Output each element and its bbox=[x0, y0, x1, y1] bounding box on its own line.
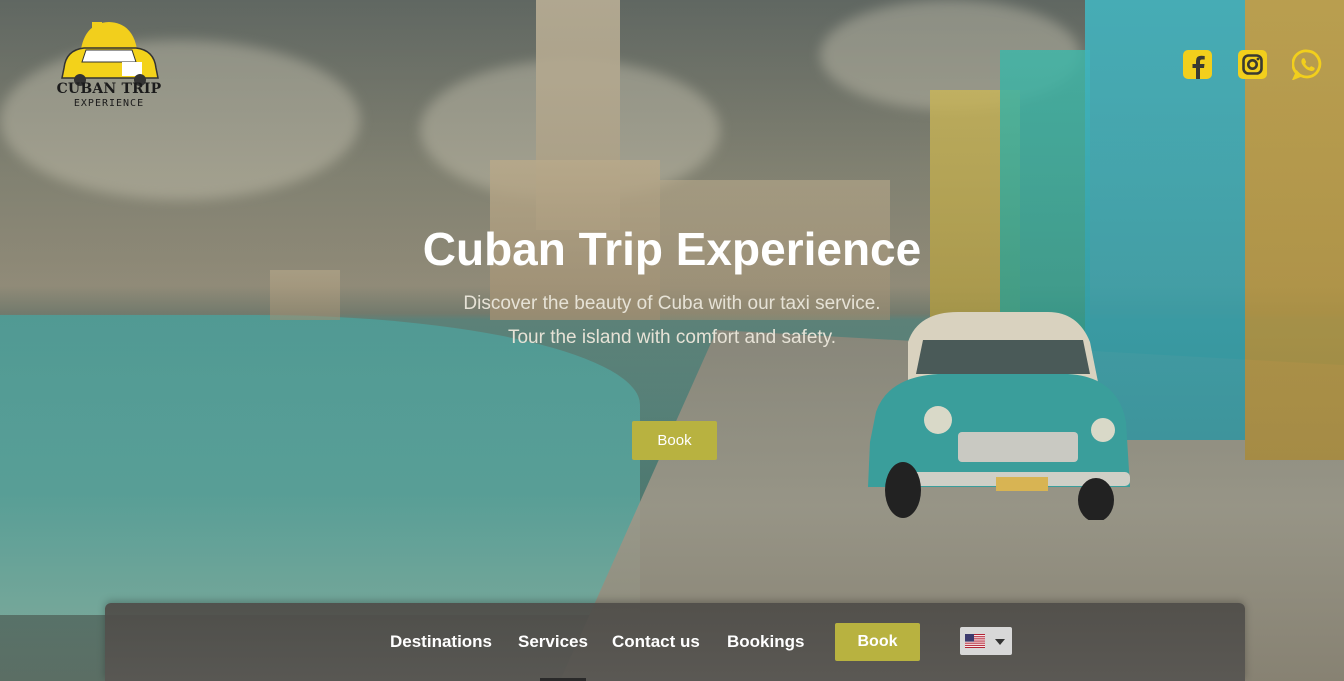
chevron-down-icon bbox=[995, 639, 1005, 645]
language-selector[interactable] bbox=[960, 627, 1012, 655]
nav-book-button[interactable]: Book bbox=[835, 623, 920, 661]
bottom-navbar: Destinations Services Contact us Booking… bbox=[105, 603, 1245, 681]
taxi-logo-icon bbox=[61, 22, 159, 86]
social-links bbox=[1182, 49, 1323, 81]
nav-services[interactable]: Services bbox=[518, 632, 588, 652]
nav-bookings[interactable]: Bookings bbox=[727, 632, 804, 652]
nav-destinations[interactable]: Destinations bbox=[390, 632, 492, 652]
instagram-icon[interactable] bbox=[1237, 49, 1268, 80]
whatsapp-icon[interactable] bbox=[1291, 49, 1323, 81]
hero-subtitle-line1: Discover the beauty of Cuba with our tax… bbox=[463, 293, 881, 314]
nav-contact-us[interactable]: Contact us bbox=[612, 632, 700, 652]
hero-subtitle-line2: Tour the island with comfort and safety. bbox=[507, 327, 837, 348]
us-flag-icon bbox=[965, 634, 985, 648]
logo-subtitle: EXPERIENCE bbox=[73, 98, 145, 109]
facebook-icon[interactable] bbox=[1182, 49, 1213, 80]
brand-logo[interactable]: CUBAN TRIP EXPERIENCE bbox=[52, 18, 166, 114]
logo-title: CUBAN TRIP bbox=[56, 81, 162, 97]
sea bbox=[0, 315, 640, 615]
hero-book-button[interactable]: Book bbox=[632, 421, 717, 460]
hero-title: Cuban Trip Experience bbox=[422, 223, 922, 275]
